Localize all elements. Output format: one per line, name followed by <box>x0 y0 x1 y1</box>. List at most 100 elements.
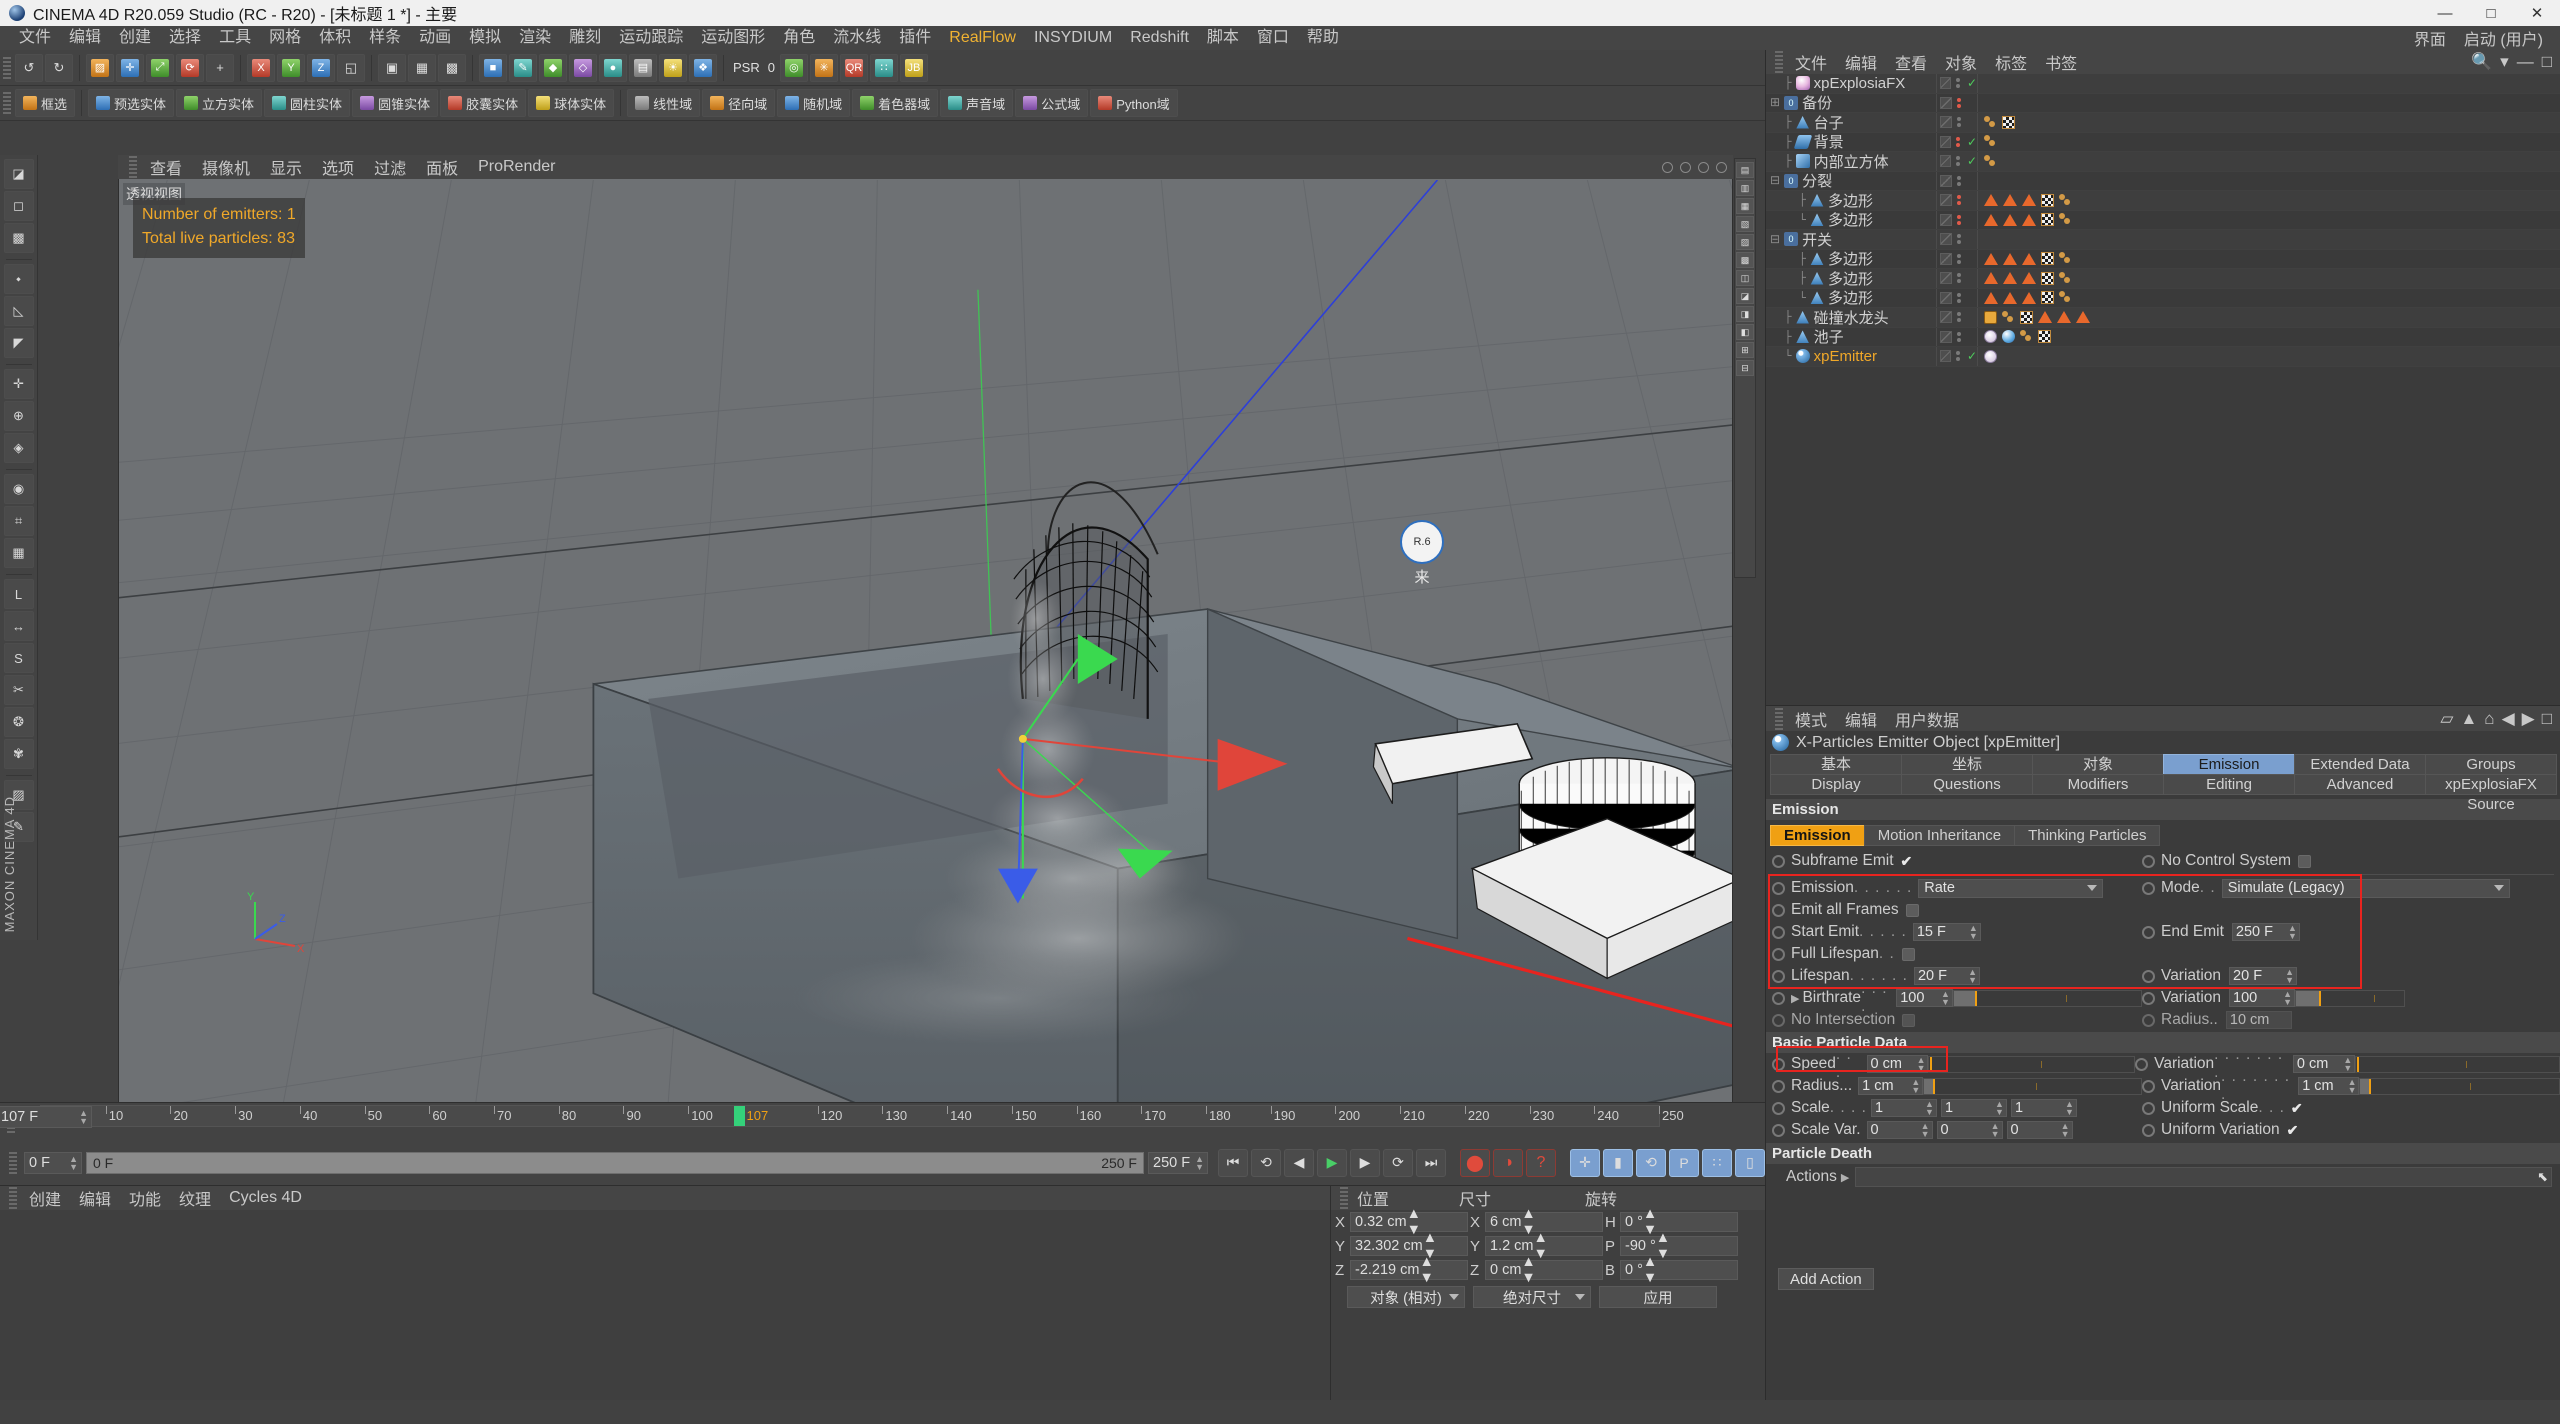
exp-tag-icon[interactable] <box>1984 330 1997 343</box>
balls-tag-icon[interactable] <box>2059 194 2072 207</box>
transport-grip[interactable] <box>9 1152 17 1174</box>
visibility-dot[interactable] <box>1957 273 1961 277</box>
visibility-dots-icon[interactable] <box>1957 117 1961 127</box>
tri-tag-icon[interactable] <box>2038 311 2052 323</box>
step-back-keyframe-button[interactable]: ⟲ <box>1251 1149 1281 1177</box>
tag-cell[interactable] <box>1978 213 2072 226</box>
viewport-single-icon[interactable] <box>1662 162 1673 173</box>
speed-slider[interactable] <box>1928 1056 2135 1073</box>
record-scale-button[interactable]: ▮ <box>1603 1149 1633 1177</box>
object-name-cell[interactable]: ⊟0开关 <box>1766 229 1936 250</box>
workplane-icon[interactable]: ▦ <box>4 538 34 568</box>
render-settings-icon[interactable]: ▩ <box>438 54 466 82</box>
object-tree[interactable]: ├xpExplosiaFX✓⊞0备份 ├台子 ├背景✓ ├内部立方体✓⊟0分裂 … <box>1766 74 2560 367</box>
visibility-dot[interactable] <box>1956 357 1960 361</box>
layer-color-icon[interactable] <box>1940 350 1951 362</box>
intersection-radius-field[interactable]: 10 cm <box>2226 1011 2292 1029</box>
stepper-icon-16[interactable]: ▲▼ <box>2061 1122 2070 1138</box>
toolbar-grip[interactable] <box>3 57 11 79</box>
viewport-menu-5[interactable]: 面板 <box>416 155 468 179</box>
menu-item-8[interactable]: 动画 <box>410 26 460 50</box>
enabled-check-icon[interactable]: ✓ <box>1967 135 1977 149</box>
stepper-icon[interactable]: ▲▼ <box>1969 924 1978 940</box>
visibility-cell[interactable] <box>1936 172 1978 191</box>
layer-toggle-icon-2[interactable]: ▥ <box>1736 180 1754 196</box>
javascript-icon[interactable]: JB <box>900 54 928 82</box>
play-button[interactable]: ▶ <box>1317 1149 1347 1177</box>
menu-item-6[interactable]: 体积 <box>310 26 360 50</box>
tri-tag-icon[interactable] <box>2022 253 2036 265</box>
point-mode-icon[interactable]: ⬩ <box>4 264 34 294</box>
chkbd-tag-icon[interactable] <box>2020 311 2033 324</box>
start-emit-field[interactable]: 15 F ▲▼ <box>1913 923 1981 941</box>
menu-item-22[interactable]: 帮助 <box>1298 26 1348 50</box>
make-editable-icon[interactable]: ◪ <box>4 159 34 189</box>
table-row[interactable]: └多边形 <box>1766 211 2560 231</box>
tag-cell[interactable] <box>1978 330 2051 343</box>
timeline-playhead[interactable] <box>734 1106 745 1126</box>
coord-mode-size-dropdown[interactable]: 绝对尺寸 <box>1473 1286 1591 1308</box>
tri-tag-icon[interactable] <box>1984 214 1998 226</box>
visibility-dot[interactable] <box>1957 260 1961 264</box>
chkbd-tag-icon[interactable] <box>2041 252 2054 265</box>
layer-color-icon[interactable] <box>1940 311 1952 323</box>
animate-dot-icon-18[interactable] <box>2142 1080 2155 1093</box>
viewport-menu-grip[interactable] <box>129 156 137 178</box>
position-field[interactable]: 0.32 cm▲▼ <box>1350 1212 1468 1232</box>
table-row[interactable]: ├内部立方体✓ <box>1766 152 2560 172</box>
menu-item-19[interactable]: Redshift <box>1121 26 1198 50</box>
tab-emission[interactable]: Emission <box>2163 754 2295 775</box>
rotation-field[interactable]: 0 °▲▼ <box>1620 1212 1738 1232</box>
object-name-cell[interactable]: ├背景 <box>1766 131 1936 152</box>
table-row[interactable]: ├台子 <box>1766 113 2560 133</box>
stepper-icon-13[interactable]: ▲▼ <box>2065 1100 2074 1116</box>
visibility-dots-icon[interactable] <box>1957 234 1961 244</box>
visibility-dot[interactable] <box>1957 240 1961 244</box>
visibility-dots-icon[interactable] <box>1957 293 1961 303</box>
subtab-motion-inheritance[interactable]: Motion Inheritance <box>1864 825 2015 846</box>
uniform-variation-checkbox[interactable]: ✔ <box>2287 1122 2299 1139</box>
stepper-icon[interactable]: ▲▼ <box>1521 1254 1535 1286</box>
history-back-icon[interactable]: ◀ <box>2502 709 2515 729</box>
tree-branch-icon[interactable]: ├ <box>1770 330 1792 344</box>
minimize-button[interactable]: — <box>2422 0 2468 26</box>
emit-all-frames-checkbox[interactable] <box>1906 904 1919 917</box>
field-tool-2[interactable]: 立方实体 <box>176 89 262 117</box>
tag-cell[interactable] <box>1978 194 2072 207</box>
table-row[interactable]: ⊞0备份 <box>1766 94 2560 114</box>
scale-var-y-field[interactable]: 0 ▲▼ <box>1937 1121 2003 1139</box>
full-lifespan-checkbox[interactable] <box>1902 948 1915 961</box>
visibility-dot[interactable] <box>1957 254 1961 258</box>
animate-dot-icon-13[interactable] <box>1772 1014 1785 1027</box>
layer-toggle-icon-12[interactable]: ⊟ <box>1736 360 1754 376</box>
menu-item-2[interactable]: 创建 <box>110 26 160 50</box>
stepper-icon-10[interactable]: ▲▼ <box>2348 1078 2357 1094</box>
fluid-tag-icon[interactable] <box>2002 330 2015 343</box>
viewport-menu-2[interactable]: 显示 <box>260 155 312 179</box>
pin-icon[interactable]: ▱ <box>2440 709 2453 729</box>
viewport-menu-4[interactable]: 过滤 <box>364 155 416 179</box>
animate-dot-icon-19[interactable] <box>1772 1102 1785 1115</box>
viewport-quad-icon[interactable] <box>1680 162 1691 173</box>
stepper-icon-14[interactable]: ▲▼ <box>1921 1122 1930 1138</box>
tree-branch-icon[interactable]: └ <box>1770 291 1806 305</box>
layer-color-icon[interactable] <box>1940 77 1951 89</box>
tri-tag-icon[interactable] <box>1984 194 1998 206</box>
tree-branch-icon[interactable]: ├ <box>1770 310 1792 324</box>
mode-dropdown[interactable]: Simulate (Legacy) <box>2222 879 2510 898</box>
add-action-button[interactable]: Add Action <box>1778 1268 1874 1290</box>
table-row[interactable]: ├多边形 <box>1766 191 2560 211</box>
menu-item-0[interactable]: 文件 <box>10 26 60 50</box>
viewport-menu-0[interactable]: 查看 <box>140 155 192 179</box>
coordinate-grip[interactable] <box>1340 1187 1348 1209</box>
balls-tag-icon[interactable] <box>1984 116 1997 129</box>
layer-toggle-icon-7[interactable]: ◫ <box>1736 270 1754 286</box>
panel-minimize-icon[interactable]: — <box>2517 52 2534 72</box>
material-menu-0[interactable]: 创建 <box>20 1186 70 1210</box>
menu-item-5[interactable]: 网格 <box>260 26 310 50</box>
sculpt-icon[interactable]: ✾ <box>4 739 34 769</box>
stepper-icon[interactable]: ▲▼ <box>1656 1230 1670 1262</box>
search-icon[interactable]: 🔍 <box>2471 52 2492 72</box>
visibility-cell[interactable] <box>1936 191 1978 210</box>
tri-tag-icon[interactable] <box>1984 292 1998 304</box>
